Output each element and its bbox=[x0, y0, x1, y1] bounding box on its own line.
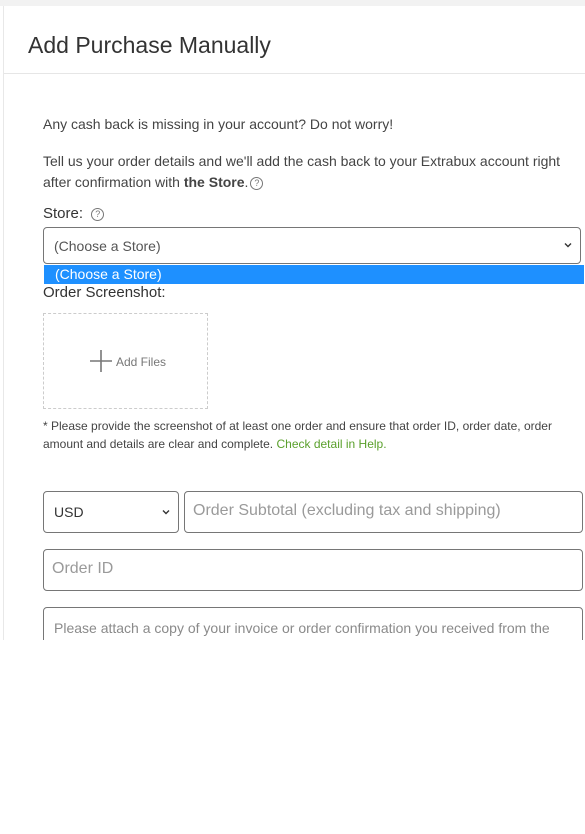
invoice-placeholder: Please attach a copy of your invoice or … bbox=[54, 620, 550, 640]
order-subtotal-input[interactable]: Order Subtotal (excluding tax and shippi… bbox=[184, 491, 583, 533]
panel-header: Add Purchase Manually bbox=[4, 6, 585, 74]
order-id-input[interactable]: Order ID bbox=[43, 549, 583, 591]
store-select[interactable]: (Choose a Store) bbox=[43, 227, 581, 264]
store-option-highlighted[interactable]: (Choose a Store) bbox=[44, 265, 584, 284]
screenshot-note: * Please provide the screenshot of at le… bbox=[43, 417, 583, 453]
currency-select[interactable]: USD bbox=[43, 491, 179, 533]
help-icon[interactable]: ? bbox=[250, 177, 264, 190]
intro-period: . bbox=[244, 174, 249, 190]
store-label-text: Store: bbox=[43, 205, 84, 222]
order-id-placeholder: Order ID bbox=[52, 560, 114, 577]
intro-line-1: Any cash back is missing in your account… bbox=[43, 116, 394, 132]
store-label: Store: ? bbox=[43, 205, 105, 222]
chevron-down-icon bbox=[564, 243, 572, 248]
help-link[interactable]: Check detail in Help. bbox=[276, 437, 386, 451]
add-files-label: Add Files bbox=[116, 355, 167, 369]
intro-line-2: Tell us your order details and we'll add… bbox=[43, 151, 578, 193]
store-select-value: (Choose a Store) bbox=[54, 238, 161, 254]
add-purchase-panel: Add Purchase Manually Any cash back is m… bbox=[3, 6, 585, 640]
intro-line-2-text: Tell us your order details and we'll add… bbox=[43, 153, 561, 190]
chevron-down-icon bbox=[162, 510, 170, 515]
currency-value: USD bbox=[54, 504, 84, 520]
plus-icon bbox=[90, 350, 112, 372]
invoice-textarea[interactable]: Please attach a copy of your invoice or … bbox=[43, 607, 583, 640]
store-emphasis: the Store bbox=[183, 174, 245, 190]
order-subtotal-placeholder: Order Subtotal (excluding tax and shippi… bbox=[193, 502, 501, 519]
store-help-icon[interactable]: ? bbox=[91, 208, 105, 221]
add-files-dropzone[interactable]: Add Files bbox=[43, 313, 208, 409]
order-screenshot-label: Order Screenshot: bbox=[43, 284, 166, 301]
page-title: Add Purchase Manually bbox=[28, 32, 271, 58]
